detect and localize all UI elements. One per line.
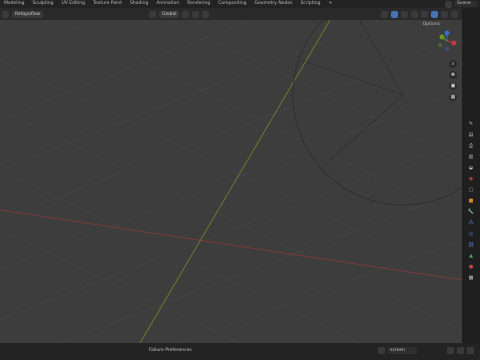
snap-target-icon[interactable] (192, 10, 200, 18)
x-axis-line (0, 209, 462, 281)
particles-tab-icon[interactable]: ⁂ (467, 219, 475, 227)
xray-toggle-icon[interactable] (411, 10, 418, 18)
object-tab-icon[interactable]: ■ (467, 197, 475, 205)
zoom-icon[interactable]: ⌕ (449, 60, 457, 68)
tab-compositing[interactable]: Compositing (214, 0, 250, 8)
tab-rendering[interactable]: Rendering (183, 0, 214, 8)
pan-hand-icon[interactable]: ✥ (449, 71, 457, 79)
screen-selector[interactable]: screen (387, 347, 417, 354)
shading-material-icon[interactable] (441, 10, 448, 18)
pivot-icon[interactable] (149, 10, 157, 18)
shading-solid-icon[interactable] (431, 10, 438, 18)
tab-animation[interactable]: Animation (152, 0, 183, 8)
mode-selector[interactable]: Retopoflow (12, 10, 44, 18)
tab-scripting[interactable]: Scripting (296, 0, 324, 8)
camera-view-icon[interactable]: ▣ (449, 82, 457, 90)
viewport-grid (0, 20, 462, 343)
shading-rendered-icon[interactable] (451, 10, 458, 18)
tab-geometry-nodes[interactable]: Geometry Nodes (250, 0, 296, 8)
add-workspace-icon[interactable]: + (324, 0, 336, 8)
status-bar: Failure Preferences screen (0, 343, 480, 360)
tab-sculpting[interactable]: Sculpting (28, 0, 57, 8)
perspective-grid-icon[interactable]: ▦ (449, 93, 457, 101)
workspace-tabs-bar: Modeling Sculpting UV Editing Texture Pa… (0, 0, 480, 8)
screen-icon (378, 347, 385, 354)
snap-icon[interactable] (182, 10, 190, 18)
texture-tab-icon[interactable]: ▩ (467, 274, 475, 282)
tab-texture-paint[interactable]: Texture Paint (89, 0, 126, 8)
tab-shading[interactable]: Shading (126, 0, 152, 8)
constraint-tab-icon[interactable]: ⛓ (467, 241, 475, 249)
status-icon-3[interactable] (467, 347, 474, 354)
view-layer-tab-icon[interactable]: ▥ (467, 153, 475, 161)
status-icon-1[interactable] (447, 347, 454, 354)
preferences-status[interactable]: Failure Preferences (149, 348, 192, 353)
tab-uv-editing[interactable]: UV Editing (58, 0, 89, 8)
tool-tab-icon[interactable]: ✎ (467, 120, 475, 128)
options-menu[interactable]: Options (423, 22, 440, 27)
modifier-tab-icon[interactable]: 🔧 (467, 208, 475, 216)
scene-tab-icon[interactable]: ◒ (467, 164, 475, 172)
3d-viewport[interactable]: Options ⌕ ✥ ▣ ▦ (0, 20, 462, 343)
collection-tab-icon[interactable]: ▢ (467, 186, 475, 194)
viewport-header: Retopoflow Global (0, 8, 462, 20)
data-tab-icon[interactable]: ▲ (467, 252, 475, 260)
properties-tab-strip: ✎ ▤ ⎙ ▥ ◒ ◉ ▢ ■ 🔧 ⁂ ◎ ⛓ ▲ ● ▩ (462, 8, 480, 343)
status-icon-2[interactable] (457, 347, 464, 354)
tab-modeling[interactable]: Modeling (0, 0, 28, 8)
overlay-toggle-icon[interactable] (401, 10, 408, 18)
navigation-gizmo[interactable] (436, 30, 458, 52)
scene-icon (445, 0, 452, 8)
render-tab-icon[interactable]: ▤ (467, 131, 475, 139)
editor-type-icon[interactable] (2, 10, 9, 18)
y-axis-line (139, 20, 331, 343)
world-tab-icon[interactable]: ◉ (467, 175, 475, 183)
transform-orientation-selector[interactable]: Global (159, 10, 180, 18)
proportional-edit-icon[interactable] (202, 10, 210, 18)
visibility-icon[interactable] (381, 10, 388, 18)
physics-tab-icon[interactable]: ◎ (467, 230, 475, 238)
shading-wireframe-icon[interactable] (421, 10, 428, 18)
output-tab-icon[interactable]: ⎙ (467, 142, 475, 150)
gizmo-toggle-icon[interactable] (391, 10, 398, 18)
scene-selector[interactable]: Scene (454, 1, 478, 7)
material-tab-icon[interactable]: ● (467, 263, 475, 271)
